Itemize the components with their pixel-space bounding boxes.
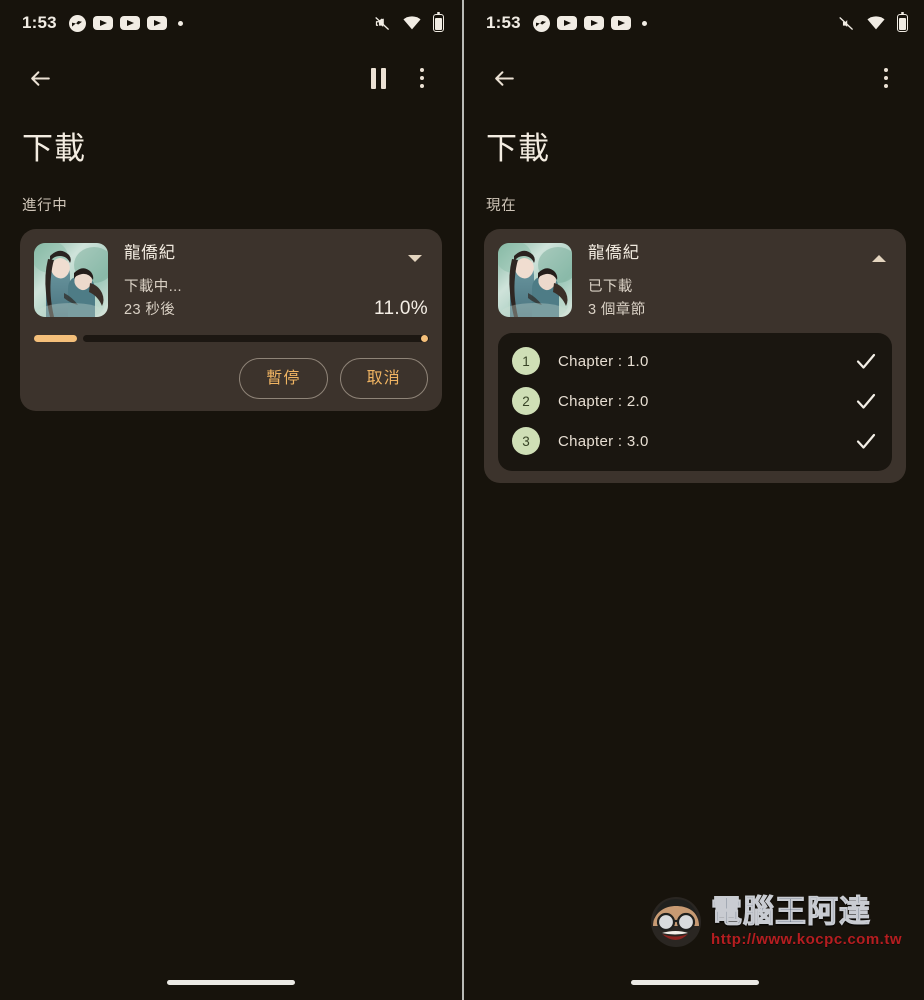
progress-fill — [34, 334, 78, 342]
status-bar-system-icons — [374, 11, 444, 32]
downloaded-card-header: 龍僑紀 已下載 3 個章節 — [498, 243, 892, 321]
chapter-row[interactable]: 2 Chapter : 2.0 — [512, 381, 878, 421]
back-button[interactable] — [482, 56, 526, 100]
watermark-text: 電腦王阿達 http://www.kocpc.com.tw — [711, 893, 902, 948]
download-title: 龍僑紀 — [124, 244, 176, 263]
more-notifications-dot-icon — [641, 20, 647, 26]
cancel-button[interactable]: 取消 — [339, 358, 428, 400]
app-bar — [0, 46, 462, 110]
pause-button[interactable]: 暫停 — [239, 358, 328, 400]
expand-chevron-down-button[interactable] — [402, 245, 428, 271]
cover-thumbnail — [34, 243, 108, 318]
phone-screen-downloading: 1:53 下載 進行中 龍僑紀 下載中... 23 秒後 11.0% 暫停 取消 — [0, 0, 462, 1000]
more-vertical-icon — [883, 67, 889, 89]
site-watermark: 電腦王阿達 http://www.kocpc.com.tw — [647, 892, 902, 950]
downloaded-card-info: 龍僑紀 已下載 3 個章節 — [572, 243, 892, 321]
status-bar: 1:53 — [0, 0, 462, 46]
cover-thumbnail — [498, 243, 572, 318]
chapter-label: Chapter : 3.0 — [558, 432, 649, 450]
watermark-title: 電腦王阿達 — [711, 893, 872, 929]
wifi-icon — [867, 16, 885, 30]
chapter-index-badge: 3 — [512, 427, 540, 456]
download-progress-bar — [34, 332, 429, 344]
download-card-info: 龍僑紀 下載中... 23 秒後 11.0% — [108, 243, 428, 321]
pause-all-button[interactable] — [356, 56, 400, 100]
youtube-icon — [583, 16, 604, 30]
mute-icon — [838, 15, 855, 32]
back-button[interactable] — [18, 56, 62, 100]
chapter-label: Chapter : 1.0 — [558, 352, 649, 370]
status-bar-notification-icons — [68, 14, 183, 32]
section-label-now: 現在 — [486, 198, 517, 215]
download-percent: 11.0% — [374, 298, 428, 320]
download-actions: 暫停 取消 — [34, 358, 428, 400]
download-status-text: 下載中... — [124, 279, 182, 296]
wifi-icon — [403, 16, 421, 30]
progress-track — [83, 334, 429, 342]
watermark-url: http://www.kocpc.com.tw — [711, 930, 902, 948]
battery-icon — [433, 11, 444, 32]
gesture-nav-handle[interactable] — [167, 980, 295, 985]
chapter-index-badge: 1 — [512, 347, 540, 376]
chapter-list: 1 Chapter : 1.0 2 Chapter : 2.0 3 Chapte… — [498, 333, 892, 472]
status-bar-clock: 1:53 — [22, 13, 57, 32]
chapter-count-text: 3 個章節 — [588, 301, 646, 318]
downloaded-card[interactable]: 龍僑紀 已下載 3 個章節 1 Chapter: 1.0 2 Chapter … — [484, 229, 906, 484]
download-eta-text: 23 秒後 — [124, 301, 176, 318]
pause-icon — [370, 67, 386, 89]
chapter-row[interactable]: 3 Chapter : 3.0 — [512, 421, 878, 461]
download-card[interactable]: 龍僑紀 下載中... 23 秒後 11.0% 暫停 取消 — [20, 229, 442, 412]
overflow-menu-button[interactable] — [864, 56, 908, 100]
chapter-index-badge: 2 — [512, 387, 540, 416]
check-icon — [854, 389, 878, 413]
status-bar-notification-icons — [532, 14, 647, 32]
mascot-avatar-icon — [647, 892, 705, 950]
youtube-icon — [92, 16, 113, 30]
youtube-icon — [146, 16, 167, 30]
chapter-label: Chapter : 2.0 — [558, 392, 649, 410]
overflow-menu-button[interactable] — [400, 56, 444, 100]
youtube-icon — [119, 16, 140, 30]
section-label-in-progress: 進行中 — [22, 198, 68, 215]
dual-screenshot-comparison: 1:53 下載 進行中 龍僑紀 下載中... 23 秒後 11.0% 暫停 取消… — [0, 0, 924, 1000]
youtube-icon — [610, 16, 631, 30]
messenger-icon — [532, 14, 550, 32]
page-title: 下載 — [486, 131, 550, 166]
battery-icon — [897, 11, 908, 32]
status-bar: 1:53 — [464, 0, 924, 46]
app-bar — [464, 46, 924, 110]
check-icon — [854, 349, 878, 373]
chevron-down-icon — [408, 254, 422, 262]
check-icon — [854, 429, 878, 453]
messenger-icon — [68, 14, 86, 32]
status-bar-system-icons — [838, 11, 908, 32]
gesture-nav-handle[interactable] — [631, 980, 759, 985]
mute-icon — [374, 15, 391, 32]
more-notifications-dot-icon — [177, 20, 183, 26]
status-bar-clock: 1:53 — [486, 13, 521, 32]
phone-screen-downloaded: 1:53 下載 現在 龍僑紀 已下載 3 個章節 1 Chapter: 1.0… — [462, 0, 924, 1000]
more-vertical-icon — [419, 67, 425, 89]
chevron-up-icon — [872, 254, 886, 262]
youtube-icon — [556, 16, 577, 30]
chapter-row[interactable]: 1 Chapter : 1.0 — [512, 341, 878, 381]
page-title: 下載 — [22, 131, 86, 166]
download-title: 龍僑紀 — [588, 244, 640, 263]
collapse-chevron-up-button[interactable] — [866, 245, 892, 271]
download-status-text: 已下載 — [588, 279, 633, 296]
progress-end-dot — [421, 334, 428, 342]
download-card-header: 龍僑紀 下載中... 23 秒後 11.0% — [34, 243, 428, 321]
